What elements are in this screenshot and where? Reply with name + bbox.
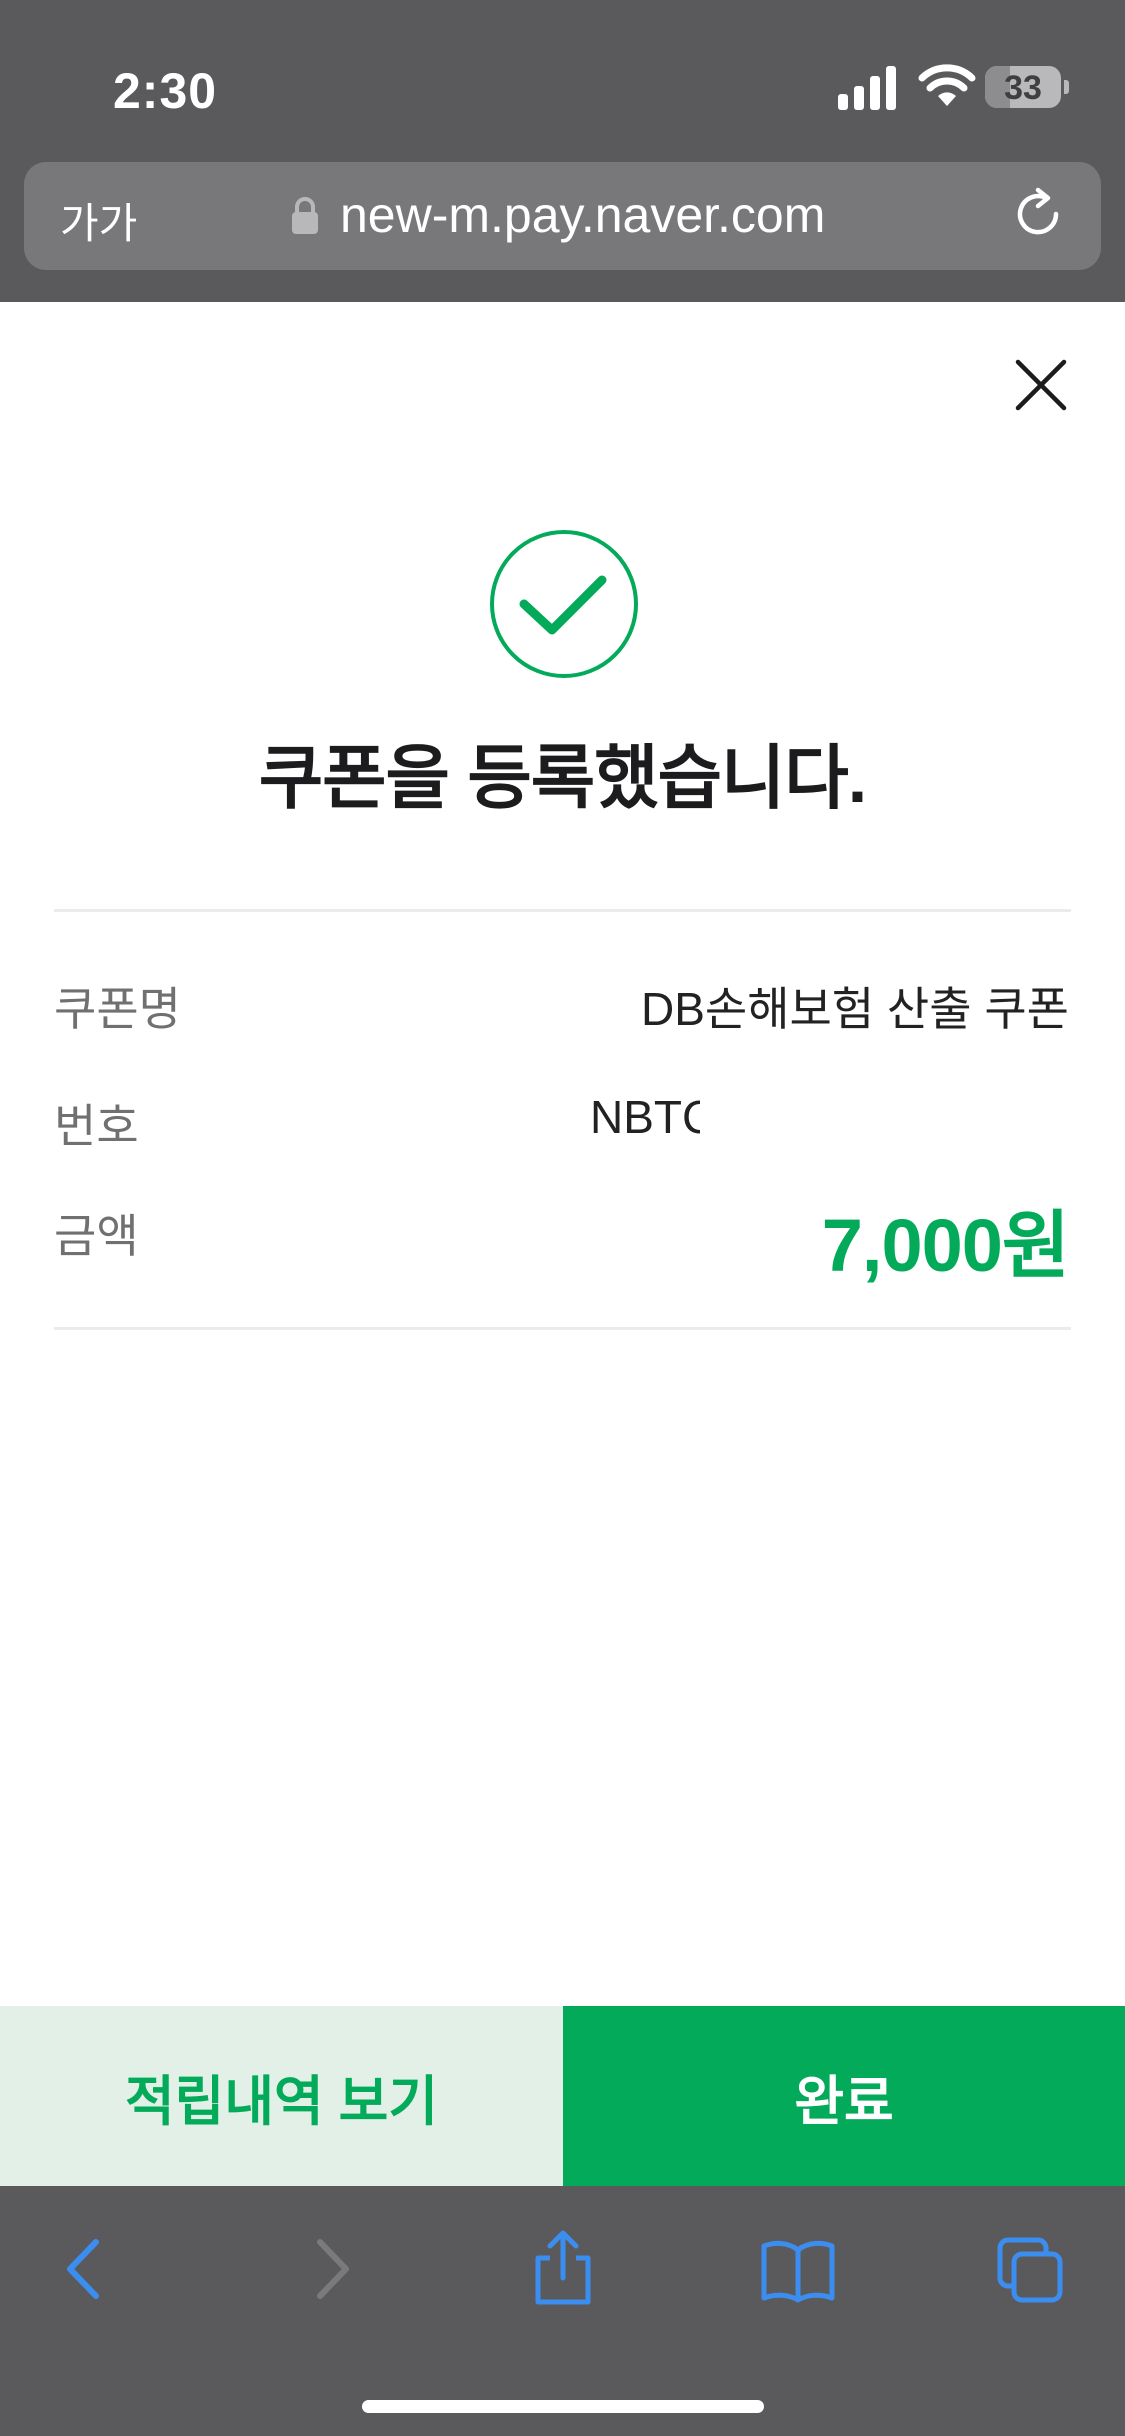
cellular-signal-icon (838, 66, 896, 110)
battery-indicator: 33 (985, 66, 1069, 110)
done-button[interactable]: 완료 (563, 2006, 1125, 2186)
browser-chrome: 2:30 33 가가 new-m.pay.naver.com (0, 0, 1125, 302)
lock-icon (292, 197, 318, 234)
coupon-number-value: NBTC (590, 1091, 700, 1143)
url-text[interactable]: new-m.pay.naver.com (340, 186, 825, 244)
status-time: 2:30 (113, 63, 218, 119)
reload-icon[interactable] (1008, 184, 1068, 244)
wifi-icon (918, 64, 976, 106)
text-size-button[interactable]: 가가 (60, 190, 137, 251)
browser-toolbar (0, 2186, 1125, 2436)
battery-percent: 33 (1004, 69, 1042, 107)
chevron-right-icon[interactable] (294, 2234, 364, 2304)
page-title: 쿠폰을 등록했습니다. (258, 739, 868, 817)
share-icon[interactable] (528, 2228, 598, 2308)
divider-bottom (54, 1327, 1071, 1330)
address-bar[interactable]: 가가 new-m.pay.naver.com (24, 162, 1101, 270)
coupon-number-label: 번호 (54, 1100, 139, 1152)
check-circle-icon (490, 530, 638, 678)
divider-top (54, 909, 1071, 912)
chevron-left-icon[interactable] (52, 2234, 122, 2304)
view-history-button[interactable]: 적립내역 보기 (0, 2006, 563, 2186)
view-history-label: 적립내역 보기 (124, 2071, 439, 2132)
amount-label: 금액 (54, 1210, 139, 1262)
book-icon[interactable] (760, 2238, 836, 2304)
coupon-name-label: 쿠폰명 (54, 983, 181, 1035)
done-label: 완료 (794, 2071, 894, 2132)
tabs-icon[interactable] (996, 2236, 1066, 2306)
home-indicator[interactable] (362, 2400, 764, 2413)
close-icon[interactable] (1012, 356, 1070, 414)
amount-value: 7,000원 (821, 1204, 1070, 1287)
coupon-name-value: DB손해보험 산출 쿠폰 (640, 983, 1069, 1035)
